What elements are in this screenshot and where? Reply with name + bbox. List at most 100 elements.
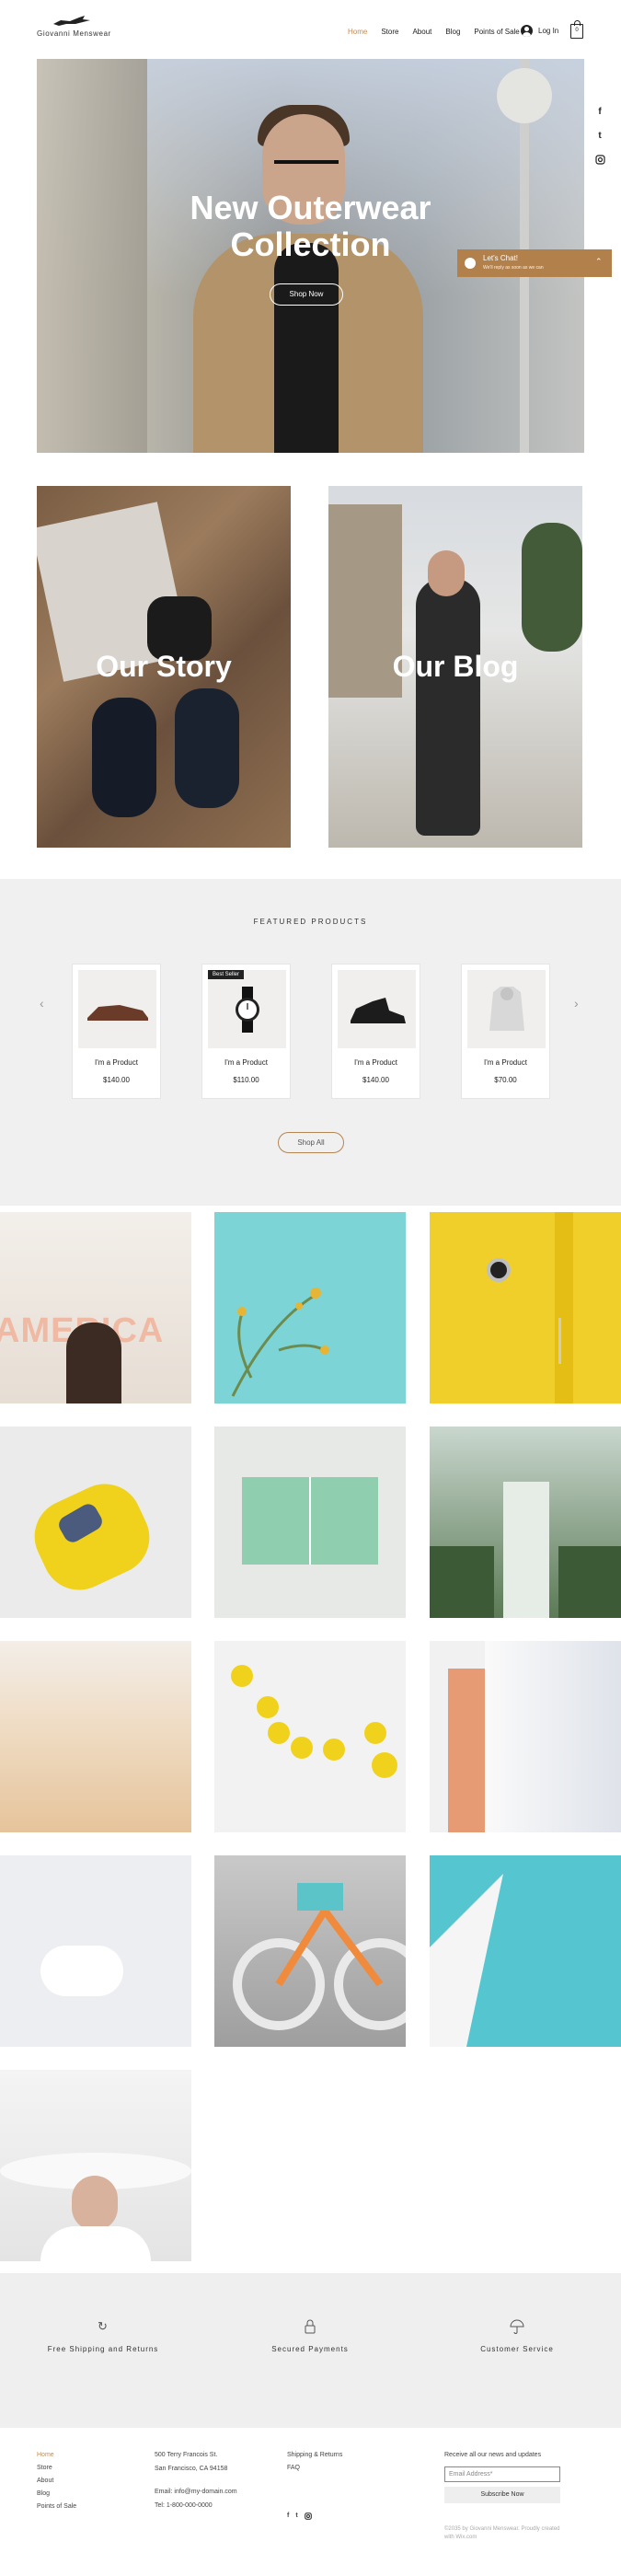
product-image [208,970,286,1048]
chat-subtitle: We'll reply as soon as we can [483,265,544,271]
our-story-card[interactable]: Our Story [37,486,291,848]
feature-customer-service: Customer Service [425,2319,609,2353]
product-price: $70.00 [494,1076,517,1084]
footer-nav-blog[interactable]: Blog [37,2490,76,2497]
feature-free-shipping: ↻ Free Shipping and Returns [11,2319,195,2353]
brand-name: Giovanni Menswear [37,29,111,38]
gallery-item-flowers[interactable] [214,1212,406,1404]
product-card[interactable]: Best Seller I'm a Product $110.00 [201,964,291,1099]
subscribe-button[interactable]: Subscribe Now [444,2487,560,2503]
product-image [78,970,156,1048]
door-edge [555,1212,573,1404]
gallery-person [66,1323,121,1404]
product-image [338,970,416,1048]
feature-secured-payments: Secured Payments [218,2319,402,2353]
building-orange-wall [448,1669,485,1832]
nav-store[interactable]: Store [381,28,398,36]
login-button[interactable]: Log In [521,25,558,37]
product-card[interactable]: I'm a Product $140.00 [72,964,161,1099]
product-card[interactable]: I'm a Product $70.00 [461,964,550,1099]
chevron-left-icon[interactable]: ‹ [40,996,44,1011]
footer-email[interactable]: Email: info@my-domain.com [155,2489,237,2495]
greenhouse-path [503,1482,549,1618]
login-label: Log In [538,27,559,35]
product-price: $140.00 [103,1076,130,1084]
facebook-icon[interactable]: f [594,107,605,118]
product-name: I'm a Product [224,1058,268,1067]
instagram-icon[interactable] [304,2512,312,2522]
refresh-icon: ↻ [98,2319,109,2333]
featured-title: FEATURED PRODUCTS [253,918,368,926]
main-nav: Home Store About Blog Points of Sale [348,28,520,36]
woman-face [72,2176,118,2231]
gallery-item-fox[interactable] [0,1855,191,2047]
gallery-item-yellow-door[interactable] [430,1212,621,1404]
footer-link-shipping[interactable]: Shipping & Returns [287,2452,342,2458]
twitter-icon[interactable]: t [295,2512,297,2522]
site-header: Giovanni Menswear Home Store About Blog … [0,0,621,57]
features-strip: ↻ Free Shipping and Returns Secured Paym… [0,2273,621,2428]
nav-about[interactable]: About [412,28,431,36]
feature-label: Secured Payments [271,2345,349,2353]
chevron-right-icon[interactable]: › [574,996,579,1011]
gallery-item-bicycle[interactable] [214,1855,406,2047]
shop-all-button[interactable]: Shop All [278,1132,344,1153]
nav-points-of-sale[interactable]: Points of Sale [474,28,519,36]
footer-contact: 500 Terry Francois St. San Francisco, CA… [155,2452,237,2509]
footer-nav-points-of-sale[interactable]: Points of Sale [37,2503,76,2510]
product-price: $110.00 [233,1076,259,1084]
gallery-item-sail[interactable] [430,1855,621,2047]
product-image [467,970,546,1048]
twitter-icon[interactable]: t [594,131,605,142]
facebook-icon[interactable]: f [287,2512,289,2522]
umbrella-icon [510,2319,524,2334]
chevron-up-icon[interactable]: ⌃ [595,257,603,267]
gallery-item-hat-woman[interactable] [0,2070,191,2261]
site-footer: Home Store About Blog Points of Sale 500… [0,2428,621,2576]
email-input[interactable]: Email Address* [444,2466,560,2482]
feature-label: Free Shipping and Returns [47,2345,159,2353]
footer-nav: Home Store About Blog Points of Sale [37,2452,76,2510]
chat-bubble-icon [465,258,476,269]
our-blog-card[interactable]: Our Blog [328,486,582,848]
footer-link-faq[interactable]: FAQ [287,2465,342,2471]
gallery-item-tennis-court[interactable] [214,1427,406,1618]
footer-links: Shipping & Returns FAQ [287,2452,342,2471]
gallery-item-yellow-chair[interactable] [0,1427,191,1618]
chat-widget[interactable]: Let's Chat! We'll reply as soon as we ca… [457,249,612,277]
gallery-item-building[interactable] [430,1641,621,1832]
instagram-icon[interactable] [594,155,605,166]
lock-icon [303,2319,317,2334]
feature-label: Customer Service [480,2345,554,2353]
gallery-item-america[interactable]: AMERICA [0,1212,191,1404]
story-shoe-right [175,688,239,808]
white-sail [430,1874,503,2047]
user-avatar-icon [521,25,533,37]
cart-count: 0 [575,28,579,33]
logo[interactable]: Giovanni Menswear [37,15,120,42]
cart-icon[interactable]: 0 [570,20,583,39]
gallery-item-lemons[interactable] [214,1641,406,1832]
hero-glasses [274,160,339,173]
footer-nav-home[interactable]: Home [37,2452,76,2458]
gallery-item-greenhouse[interactable] [430,1427,621,1618]
hero-sign [497,68,552,123]
hero-shirt [274,243,339,453]
chat-title: Let's Chat! [483,254,518,262]
product-price: $140.00 [362,1076,389,1084]
our-blog-title: Our Blog [392,650,519,683]
gallery-item-desert[interactable] [0,1641,191,1832]
footer-nav-store[interactable]: Store [37,2465,76,2471]
hero-shop-now-button[interactable]: Shop Now [270,283,343,306]
footer-nav-about[interactable]: About [37,2478,76,2484]
best-seller-badge: Best Seller [208,970,245,979]
hero-title-line-1: New Outerwear [190,189,431,226]
product-card[interactable]: I'm a Product $140.00 [331,964,420,1099]
blog-man [416,578,480,836]
yellow-chair [22,1472,162,1602]
footer-address-line-1: 500 Terry Francois St. [155,2452,218,2458]
plants-right [558,1546,621,1618]
nav-home[interactable]: Home [348,28,367,36]
footer-phone: Tel: 1-800-000-0000 [155,2502,213,2509]
nav-blog[interactable]: Blog [445,28,460,36]
